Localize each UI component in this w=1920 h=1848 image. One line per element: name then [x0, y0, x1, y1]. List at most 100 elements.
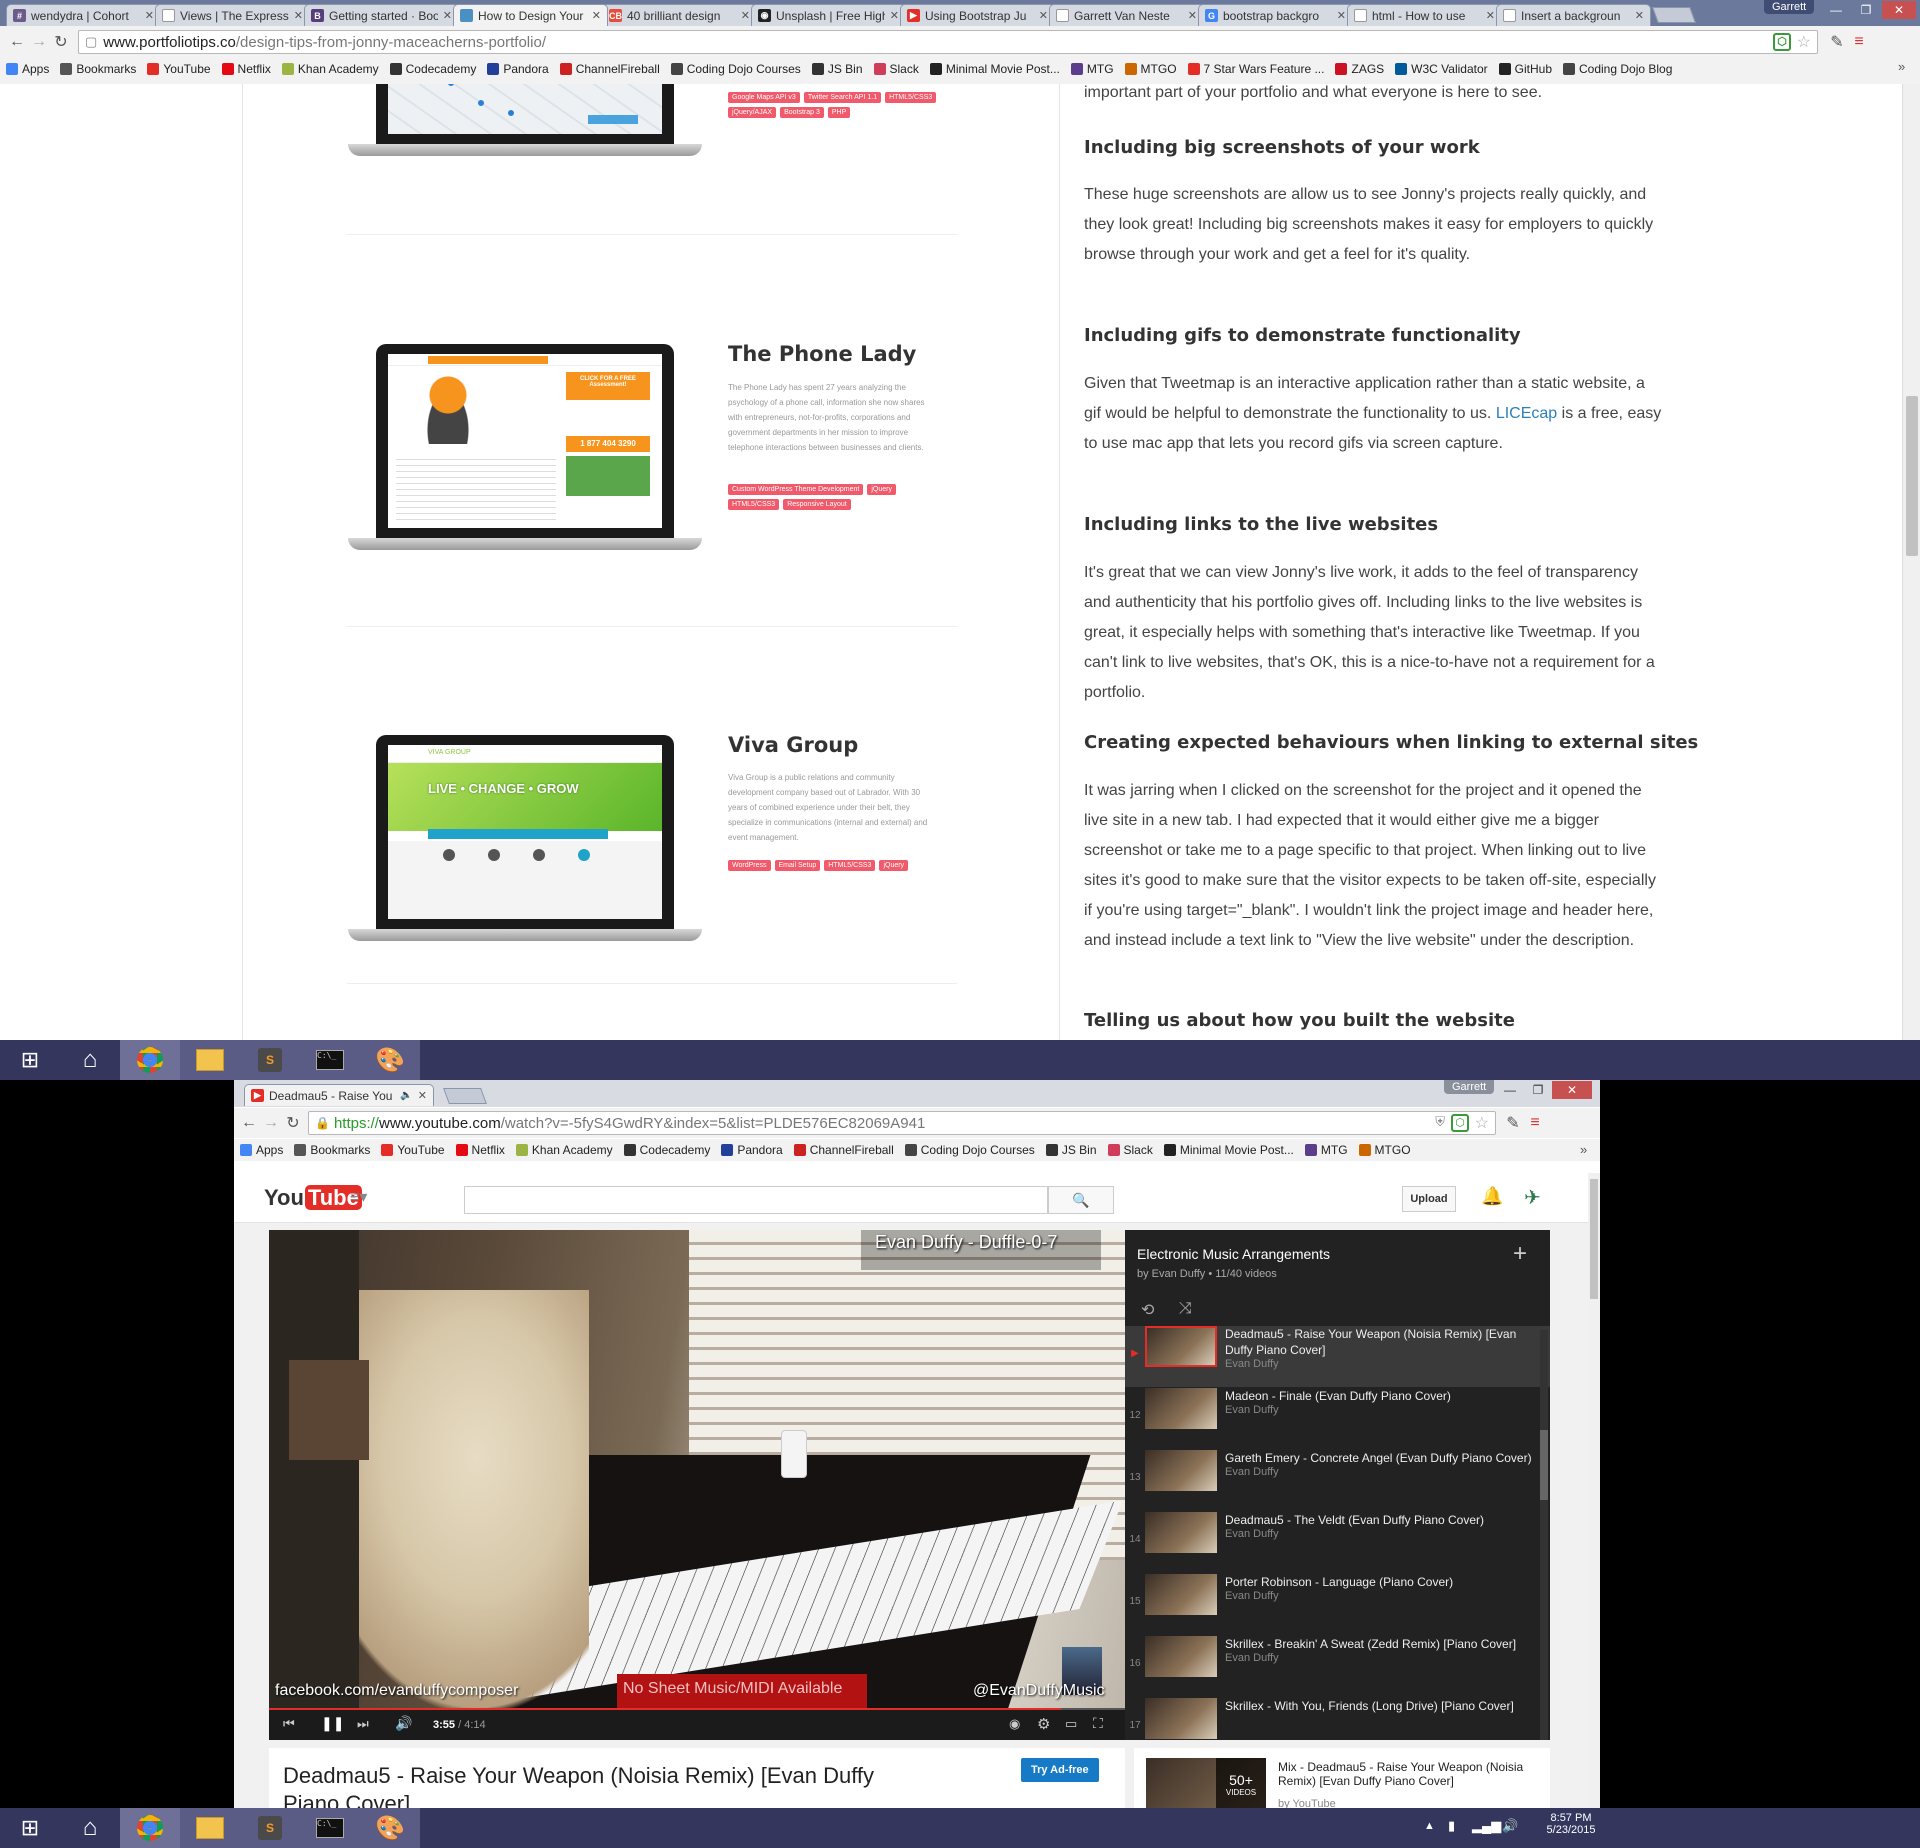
- chrome-icon[interactable]: [120, 1808, 180, 1848]
- sublime-text-icon[interactable]: S: [240, 1040, 300, 1080]
- tab-close-icon[interactable]: ✕: [1486, 9, 1495, 22]
- profile-name-badge[interactable]: Garrett: [1764, 0, 1815, 14]
- close-window-icon[interactable]: ✕: [1882, 1, 1916, 19]
- tab-close-icon[interactable]: ✕: [741, 9, 750, 22]
- bookmark-9[interactable]: JS Bin: [811, 62, 863, 76]
- playlist-item[interactable]: 15 Porter Robinson - Language (Piano Cove…: [1125, 1574, 1550, 1635]
- playlist-item[interactable]: 17 Skrillex - With You, Friends (Long Dri…: [1125, 1698, 1550, 1740]
- tab-youtube[interactable]: ▶ Deadmau5 - Raise You 🔈 ✕: [244, 1084, 434, 1106]
- playlist-item[interactable]: 14 Deadmau5 - The Veldt (Evan Duffy Piano…: [1125, 1512, 1550, 1573]
- bookmark-8[interactable]: Coding Dojo Courses: [670, 62, 801, 76]
- reload-icon[interactable]: ↻: [282, 1113, 304, 1133]
- add-to-playlist-icon[interactable]: +: [1513, 1240, 1527, 1268]
- forward-icon[interactable]: →: [28, 33, 50, 51]
- scrollbar-thumb[interactable]: [1590, 1179, 1598, 1299]
- bookmark-12[interactable]: MTG: [1070, 62, 1114, 76]
- bookmark-1[interactable]: Bookmarks: [294, 1143, 370, 1157]
- upload-button[interactable]: Upload: [1402, 1186, 1456, 1212]
- bookmark-18[interactable]: Coding Dojo Blog: [1563, 62, 1672, 76]
- tab-3[interactable]: How to Design Your ✕: [453, 4, 608, 26]
- tab-close-icon[interactable]: ✕: [1337, 9, 1346, 22]
- clock[interactable]: 8:57 PM 5/23/2015: [1536, 1812, 1606, 1836]
- minimize-icon[interactable]: —: [1496, 1081, 1524, 1099]
- tab-0[interactable]: # wendydra | Cohort ✕: [6, 4, 161, 26]
- home-icon[interactable]: ⌂: [60, 1040, 120, 1080]
- video-frame[interactable]: [269, 1230, 1125, 1710]
- bookmark-star-icon[interactable]: ☆: [1797, 32, 1811, 52]
- back-icon[interactable]: ←: [6, 33, 28, 51]
- tab-8[interactable]: Gbootstrap backgro ✕: [1198, 4, 1353, 26]
- bookmark-5[interactable]: Codecademy: [623, 1143, 710, 1157]
- bookmark-2[interactable]: YouTube: [147, 62, 211, 76]
- theater-mode-icon[interactable]: ▭: [1065, 1716, 1077, 1732]
- bookmarks-overflow-icon[interactable]: »: [1898, 59, 1905, 74]
- bookmark-11[interactable]: Minimal Movie Post...: [929, 62, 1060, 76]
- paint-icon[interactable]: 🎨: [360, 1040, 420, 1080]
- paint-icon[interactable]: 🎨: [360, 1808, 420, 1848]
- bookmark-15[interactable]: ZAGS: [1335, 62, 1384, 76]
- network-icon[interactable]: ▂▄▆: [1472, 1818, 1501, 1834]
- tab-7[interactable]: Garrett Van Neste ✕: [1049, 4, 1204, 26]
- bookmark-7[interactable]: ChannelFireball: [559, 62, 660, 76]
- restore-icon[interactable]: ❐: [1852, 1, 1880, 19]
- tab-close-icon[interactable]: ✕: [592, 9, 601, 22]
- chrome-icon[interactable]: [120, 1040, 180, 1080]
- new-tab-button[interactable]: [443, 1088, 487, 1104]
- playlist-scrollbar-thumb[interactable]: [1540, 1430, 1548, 1500]
- tab-close-icon[interactable]: ✕: [418, 1089, 427, 1102]
- new-tab-button[interactable]: [1652, 7, 1696, 23]
- battery-icon[interactable]: ▮: [1448, 1818, 1455, 1834]
- file-explorer-icon[interactable]: [180, 1808, 240, 1848]
- fullscreen-icon[interactable]: ⛶: [1093, 1715, 1103, 1732]
- windows-start-icon[interactable]: ⊞: [0, 1040, 60, 1080]
- annotations-icon[interactable]: ◉: [1009, 1716, 1020, 1732]
- secure-lock-icon[interactable]: 🔒: [315, 1116, 330, 1130]
- bookmark-10[interactable]: Slack: [1107, 1143, 1153, 1157]
- shield-icon[interactable]: ⛨: [1435, 1114, 1445, 1130]
- bookmark-4[interactable]: Khan Academy: [281, 62, 379, 76]
- bookmark-6[interactable]: Pandora: [721, 1143, 783, 1157]
- shuffle-icon[interactable]: ⤨: [1179, 1300, 1192, 1318]
- bookmark-0[interactable]: Apps: [6, 62, 49, 76]
- bookmark-10[interactable]: Slack: [873, 62, 919, 76]
- bookmark-7[interactable]: ChannelFireball: [793, 1143, 894, 1157]
- chrome-menu-icon[interactable]: ≡: [1524, 1114, 1546, 1132]
- sublime-text-icon[interactable]: S: [240, 1808, 300, 1848]
- search-input[interactable]: [464, 1186, 1048, 1214]
- bookmark-11[interactable]: Minimal Movie Post...: [1163, 1143, 1294, 1157]
- bookmark-6[interactable]: Pandora: [487, 62, 549, 76]
- playlist-item[interactable]: 16 Skrillex - Breakin' A Sweat (Zedd Remi…: [1125, 1636, 1550, 1697]
- licecap-link[interactable]: LICEcap: [1496, 405, 1557, 422]
- try-ad-free-button[interactable]: Try Ad-free: [1021, 1758, 1099, 1782]
- bookmarks-overflow-icon[interactable]: »: [1580, 1142, 1587, 1157]
- bookmark-16[interactable]: W3C Validator: [1395, 62, 1488, 76]
- tab-5[interactable]: ◉ Unsplash | Free High ✕: [751, 4, 906, 26]
- tab-close-icon[interactable]: ✕: [1039, 9, 1048, 22]
- address-bar[interactable]: ▢ www.portfoliotips.co/design-tips-from-…: [78, 30, 1818, 54]
- profile-name-badge[interactable]: Garrett: [1444, 1080, 1495, 1094]
- cmd-prompt-icon[interactable]: C:\_: [300, 1040, 360, 1080]
- bookmark-12[interactable]: MTG: [1304, 1143, 1348, 1157]
- phone-lady-title[interactable]: The Phone Lady: [728, 342, 916, 366]
- extension-icon[interactable]: ⬡: [1773, 33, 1791, 51]
- bookmark-2[interactable]: YouTube: [381, 1143, 445, 1157]
- tools-icon[interactable]: ✎: [1826, 32, 1848, 52]
- playlist-item[interactable]: ▶ Deadmau5 - Raise Your Weapon (Noisia Re…: [1125, 1326, 1550, 1387]
- tab-6[interactable]: ▶ Using Bootstrap Ju ✕: [900, 4, 1055, 26]
- guide-menu-icon[interactable]: ≡▾: [350, 1187, 367, 1207]
- windows-start-icon[interactable]: ⊞: [0, 1808, 60, 1848]
- bookmark-13[interactable]: MTGO: [1358, 1143, 1411, 1157]
- settings-gear-icon[interactable]: ⚙: [1037, 1715, 1050, 1733]
- youtube-logo[interactable]: You Tube: [264, 1185, 362, 1211]
- playlist-scrollbar[interactable]: [1540, 1330, 1548, 1740]
- bookmark-14[interactable]: 7 Star Wars Feature ...: [1187, 62, 1324, 76]
- page-scrollbar[interactable]: [1902, 84, 1920, 1040]
- tab-close-icon[interactable]: ✕: [1188, 9, 1197, 22]
- viva-group-laptop-mockup[interactable]: VIVA GROUP LIVE • CHANGE • GROW: [348, 735, 702, 951]
- speaker-icon[interactable]: 🔈: [400, 1090, 412, 1101]
- search-button[interactable]: 🔍: [1048, 1186, 1114, 1214]
- bookmark-star-icon[interactable]: ☆: [1475, 1113, 1489, 1133]
- loop-icon[interactable]: ⟲: [1141, 1300, 1154, 1320]
- bookmark-4[interactable]: Khan Academy: [515, 1143, 613, 1157]
- notifications-bell-icon[interactable]: 🔔: [1481, 1186, 1503, 1207]
